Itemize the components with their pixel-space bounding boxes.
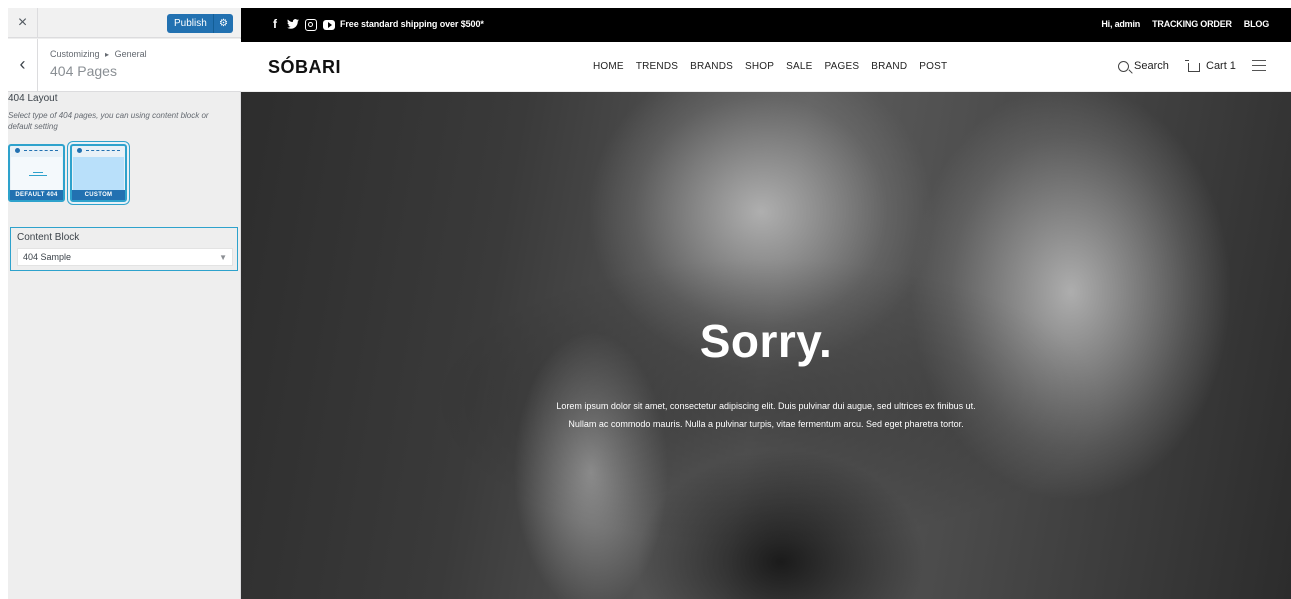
shipping-notice: Free standard shipping over $500* <box>340 19 484 29</box>
layout-preview-header <box>72 146 125 156</box>
search-label: Search <box>1134 60 1169 72</box>
menu-item-brand[interactable]: BRAND <box>871 61 907 72</box>
facebook-icon[interactable]: f <box>269 17 281 31</box>
cart-label: Cart <box>1206 60 1227 72</box>
layout-option-label: CUSTOM <box>72 190 125 200</box>
layout-option-label: DEFAULT 404 <box>10 190 63 200</box>
top-links: Hi, admin TRACKING ORDER BLOG <box>1101 19 1269 29</box>
content-block-label: Content Block <box>17 232 80 243</box>
breadcrumb: Customizing ▸ General <box>50 49 147 59</box>
menu-item-pages[interactable]: PAGES <box>825 61 860 72</box>
cart-icon <box>1185 59 1200 72</box>
menu-item-trends[interactable]: TRENDS <box>636 61 678 72</box>
menu-item-post[interactable]: POST <box>919 61 947 72</box>
search-button[interactable]: Search <box>1118 56 1169 76</box>
gear-icon[interactable]: ⚙ <box>213 14 233 33</box>
tracking-order-link[interactable]: TRACKING ORDER <box>1152 19 1232 29</box>
breadcrumb-section: General <box>114 49 147 59</box>
hamburger-menu-icon[interactable] <box>1252 60 1266 71</box>
instagram-icon[interactable] <box>305 17 317 31</box>
customizer-header: × Publish ⚙ <box>8 8 241 38</box>
site-preview: f Free standard shipping over $500* Hi, … <box>241 8 1291 599</box>
layout-preview-header <box>10 146 63 156</box>
menu-item-shop[interactable]: SHOP <box>745 61 774 72</box>
hero-banner: Sorry. Lorem ipsum dolor sit amet, conse… <box>241 92 1291 599</box>
layout-preview-body <box>11 157 62 191</box>
youtube-icon[interactable] <box>323 17 335 31</box>
content-block-select[interactable]: 404 Sample ▼ <box>17 248 233 266</box>
close-icon[interactable]: × <box>8 8 38 38</box>
hero-heading: Sorry. <box>699 315 833 367</box>
app-window: × Publish ⚙ ‹ Customizing ▸ General 404 … <box>0 0 1291 599</box>
layout-option-custom[interactable]: CUSTOM <box>70 144 127 202</box>
site-navbar: SÓBARI HOME TRENDS BRANDS SHOP SALE PAGE… <box>241 42 1291 92</box>
content-block-value: 404 Sample <box>23 252 72 262</box>
content-block-control: Content Block 404 Sample ▼ <box>10 227 238 271</box>
account-link[interactable]: Hi, admin <box>1101 19 1140 29</box>
layout-preview-body <box>73 157 124 191</box>
breadcrumb-parent: Customizing <box>50 49 100 59</box>
social-links: f <box>269 17 335 31</box>
chevron-down-icon: ▼ <box>219 253 227 262</box>
layout-title: 404 Layout <box>8 93 58 104</box>
breadcrumb-separator-icon: ▸ <box>105 50 110 59</box>
cart-count: 1 <box>1229 60 1236 72</box>
menu-item-sale[interactable]: SALE <box>786 61 812 72</box>
hero-text: Lorem ipsum dolor sit amet, consectetur … <box>556 401 976 429</box>
blog-link[interactable]: BLOG <box>1244 19 1269 29</box>
cart-button[interactable]: Cart 1 <box>1185 56 1236 76</box>
search-icon <box>1118 60 1129 72</box>
site-topbar: f Free standard shipping over $500* Hi, … <box>241 8 1291 42</box>
layout-option-default[interactable]: DEFAULT 404 <box>8 144 65 202</box>
twitter-icon[interactable] <box>287 17 299 31</box>
site-logo[interactable]: SÓBARI <box>268 57 341 78</box>
section-header: ‹ Customizing ▸ General 404 Pages <box>8 39 241 92</box>
layout-description: Select type of 404 pages, you can using … <box>8 111 209 131</box>
section-title: 404 Pages <box>50 63 117 79</box>
publish-label: Publish <box>174 18 207 29</box>
publish-button[interactable]: Publish ⚙ <box>167 14 233 33</box>
back-icon[interactable]: ‹ <box>8 39 38 92</box>
main-menu: HOME TRENDS BRANDS SHOP SALE PAGES BRAND… <box>593 61 947 72</box>
menu-item-brands[interactable]: BRANDS <box>690 61 733 72</box>
menu-item-home[interactable]: HOME <box>593 61 624 72</box>
